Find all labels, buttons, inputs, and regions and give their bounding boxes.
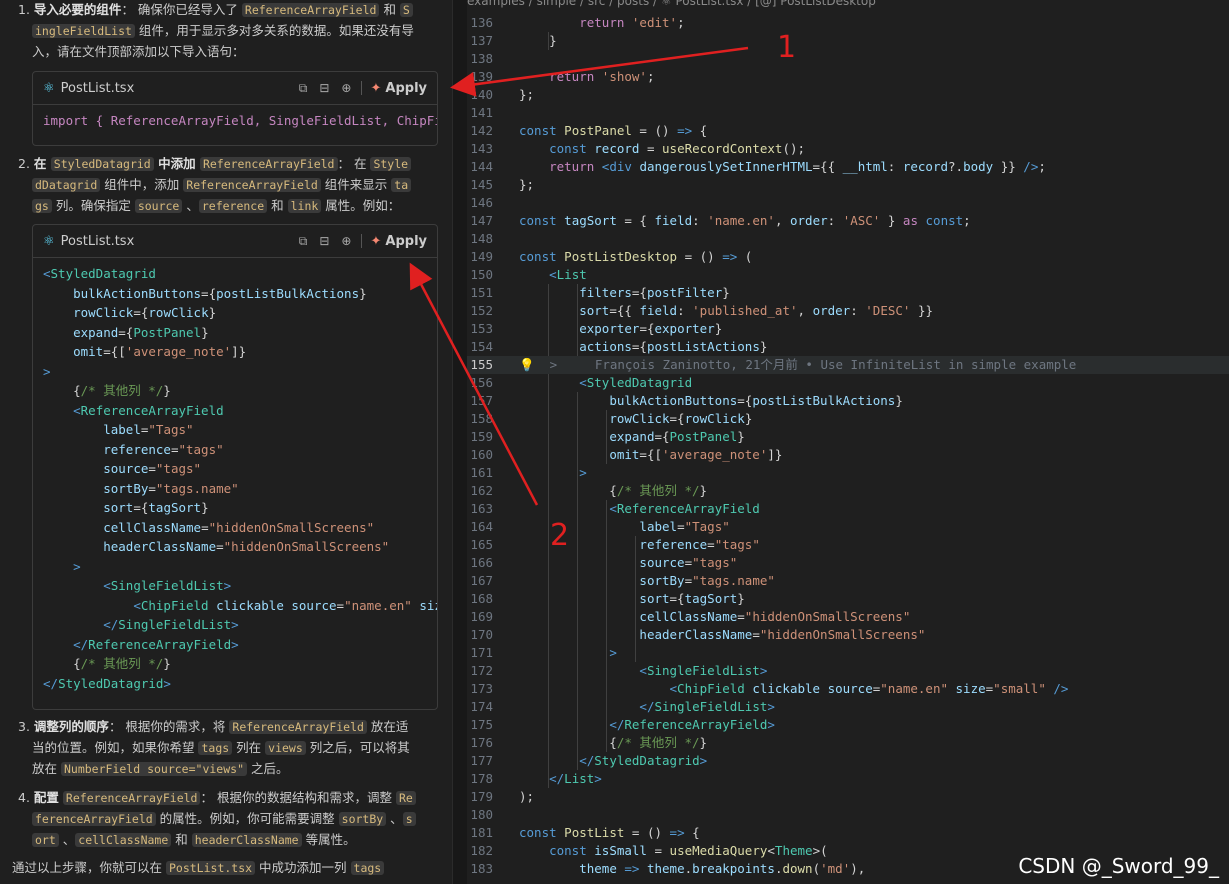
code-card-header: ⚛ PostList.tsx ⧉ ⊟ ⊕ ✦ Apply bbox=[33, 72, 437, 105]
new-file-icon[interactable]: ⊕ bbox=[341, 234, 351, 248]
editor-line: 161 > bbox=[470, 465, 587, 480]
editor-line: 150 <List bbox=[470, 267, 587, 282]
editor-line: 177 </StyledDatagrid> bbox=[470, 753, 708, 768]
editor-line: 169 cellClassName="hiddenOnSmallScreens" bbox=[470, 609, 911, 624]
editor-line: 158 rowClick={rowClick} bbox=[470, 411, 753, 426]
editor-line: 174 </SingleFieldList> bbox=[470, 699, 775, 714]
editor-line: 149 const PostListDesktop = () => ( bbox=[470, 249, 753, 264]
step-4: 4. 配置 ReferenceArrayField： 根据你的数据结构和需求，调… bbox=[12, 788, 437, 850]
copy-icon[interactable]: ⧉ bbox=[299, 234, 308, 249]
editor-line: 175 </ReferenceArrayField> bbox=[470, 717, 775, 732]
summary-text: 通过以上步骤，你就可以在 PostList.tsx 中成功添加一列 tags bbox=[12, 858, 437, 879]
code-editor[interactable]: examples / simple / src / posts / ⚛ Post… bbox=[467, 0, 1229, 884]
editor-line: 180 bbox=[470, 807, 493, 822]
code-card-header: ⚛ PostList.tsx ⧉ ⊟ ⊕ ✦ Apply bbox=[33, 225, 437, 258]
editor-line: 140}; bbox=[470, 87, 535, 102]
code-card-import: ⚛ PostList.tsx ⧉ ⊟ ⊕ ✦ Apply import { Ref… bbox=[32, 71, 438, 146]
sparkle-icon: ✦ bbox=[370, 233, 382, 249]
editor-line: 176 {/* 其他列 */} bbox=[470, 735, 708, 750]
editor-current-line: 155 💡 > François Zaninotto, 21个月前 • Use I… bbox=[467, 356, 1229, 374]
editor-line: 147 const tagSort = { field: 'name.en', o… bbox=[470, 213, 971, 228]
sparkle-icon: ✦ bbox=[370, 80, 382, 96]
editor-line: 173 <ChipField clickable source="name.en… bbox=[470, 681, 1069, 696]
editor-line: 151 filters={postFilter} bbox=[470, 285, 730, 300]
code-card-body: import { ReferenceArrayField, SingleFiel… bbox=[33, 105, 437, 137]
annotation-label-1: 1 bbox=[777, 30, 797, 65]
editor-line: 163 <ReferenceArrayField bbox=[470, 501, 760, 516]
editor-line: 156 <StyledDatagrid bbox=[470, 375, 693, 390]
editor-line: 138 bbox=[470, 51, 493, 66]
editor-line: 160 omit={['average_note']} bbox=[470, 447, 783, 462]
editor-line: 165 reference="tags" bbox=[470, 537, 760, 552]
code-line: import { ReferenceArrayField, SingleFiel… bbox=[43, 113, 438, 128]
insert-icon[interactable]: ⊟ bbox=[319, 234, 329, 248]
breadcrumb[interactable]: examples / simple / src / posts / ⚛ Post… bbox=[467, 0, 876, 8]
editor-line: 146 bbox=[470, 195, 493, 210]
step-1: 1. 导入必要的组件： 确保你已经导入了 ReferenceArrayField… bbox=[18, 2, 414, 59]
editor-line: 167 sortBy="tags.name" bbox=[470, 573, 775, 588]
editor-line: 141 bbox=[470, 105, 493, 120]
apply-button[interactable]: ✦ Apply bbox=[370, 81, 427, 96]
editor-line: 171 > bbox=[470, 645, 617, 660]
editor-line: 166 source="tags" bbox=[470, 555, 738, 570]
editor-line: 136 return 'edit'; bbox=[470, 15, 685, 30]
editor-line: 168 sort={tagSort} bbox=[470, 591, 745, 606]
code-card-filename: PostList.tsx bbox=[60, 80, 135, 96]
editor-line: 139 return 'show'; bbox=[470, 69, 655, 84]
editor-line: 137 } bbox=[470, 33, 557, 48]
step-3: 3. 调整列的顺序： 根据你的需求，将 ReferenceArrayField … bbox=[18, 719, 410, 776]
editor-line: 153 exporter={exporter} bbox=[470, 321, 723, 336]
code-card-body: <StyledDatagrid bulkActionButtons={postL… bbox=[43, 266, 437, 691]
react-icon: ⚛ bbox=[43, 80, 55, 96]
editor-line: 172 <SingleFieldList> bbox=[470, 663, 768, 678]
editor-line: 170 headerClassName="hiddenOnSmallScreen… bbox=[470, 627, 926, 642]
insert-icon[interactable]: ⊟ bbox=[319, 81, 329, 95]
panel-divider[interactable] bbox=[452, 0, 468, 884]
editor-line: 144 return <div dangerouslySetInnerHTML=… bbox=[470, 159, 1046, 174]
editor-line: 162 {/* 其他列 */} bbox=[470, 483, 708, 498]
editor-line: 181 const PostList = () => { bbox=[470, 825, 700, 840]
annotation-label-2: 2 bbox=[550, 518, 570, 553]
editor-line: 154 actions={postListActions} bbox=[470, 339, 768, 354]
editor-line: 143 const record = useRecordContext(); bbox=[470, 141, 806, 156]
editor-line: 142 const PostPanel = () => { bbox=[470, 123, 708, 138]
editor-line: 152 sort={{ field: 'published_at', order… bbox=[470, 303, 933, 318]
editor-line: 159 expand={PostPanel} bbox=[470, 429, 745, 444]
editor-line: 164 label="Tags" bbox=[470, 519, 730, 534]
editor-line: 179); bbox=[470, 789, 535, 804]
lightbulb-icon[interactable]: 💡 bbox=[519, 357, 535, 372]
watermark: CSDN @_Sword_99_ bbox=[1018, 854, 1219, 878]
apply-button[interactable]: ✦ Apply bbox=[370, 234, 427, 249]
copy-icon[interactable]: ⧉ bbox=[299, 81, 308, 96]
editor-line: 178 </List> bbox=[470, 771, 602, 786]
chat-panel: 1. 导入必要的组件： 确保你已经导入了 ReferenceArrayField… bbox=[0, 0, 452, 884]
git-blame: François Zaninotto, 21个月前 • Use Infinite… bbox=[594, 357, 1077, 372]
step-2: 2. 在 StyledDatagrid 中添加 ReferenceArrayFi… bbox=[12, 154, 437, 216]
editor-line: 157 bulkActionButtons={postListBulkActio… bbox=[470, 393, 903, 408]
editor-line: 145}; bbox=[470, 177, 535, 192]
code-card-filename: PostList.tsx bbox=[60, 233, 135, 249]
editor-line: 148 bbox=[470, 231, 493, 246]
code-card-datagrid: ⚛ PostList.tsx ⧉ ⊟ ⊕ ✦ Apply <StyledDatag… bbox=[32, 224, 438, 710]
new-file-icon[interactable]: ⊕ bbox=[341, 81, 351, 95]
react-icon: ⚛ bbox=[43, 233, 55, 249]
